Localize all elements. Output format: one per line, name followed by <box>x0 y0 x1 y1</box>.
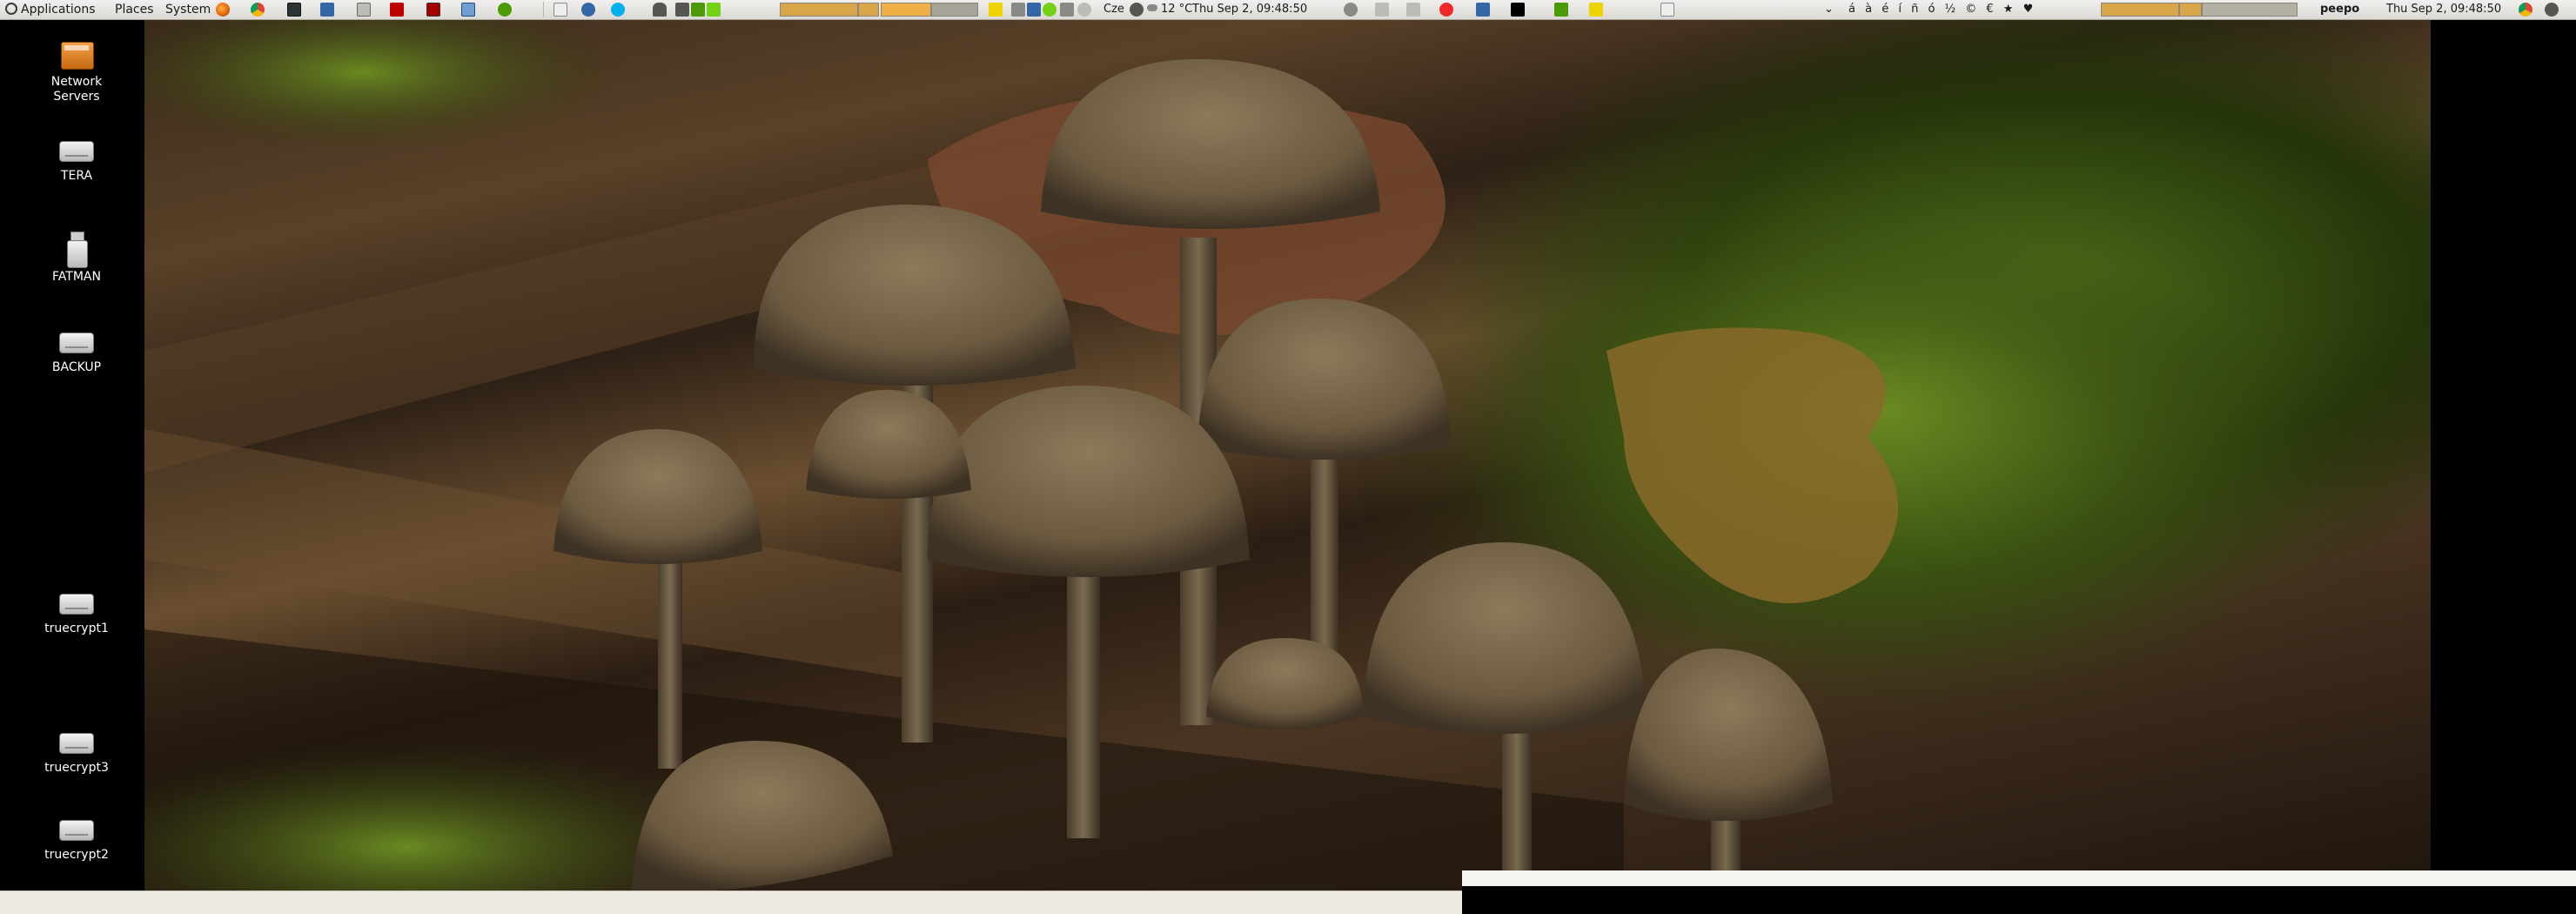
chrome-tray-icon[interactable] <box>2519 3 2532 17</box>
network-indicator-icon[interactable] <box>1011 3 1025 17</box>
brightness-icon[interactable] <box>1130 3 1144 17</box>
clock[interactable]: Thu Sep 2, 09:48:50 <box>1192 0 1307 19</box>
drive-icon <box>56 583 97 618</box>
battery-icon[interactable] <box>1060 3 1074 17</box>
drive-icon <box>56 722 97 757</box>
desktop-icon-network-servers[interactable]: Network Servers <box>7 37 146 104</box>
window-list-icon[interactable] <box>1511 3 1525 17</box>
drive-icon <box>56 131 97 165</box>
desktop-screen: { "top_panel": { "menus": ["Applications… <box>0 0 2576 914</box>
gear-icon[interactable] <box>1476 3 1490 17</box>
volume-icon[interactable] <box>1077 3 1091 17</box>
special-characters[interactable]: á à é í ñ ó ½ © € ★ ♥ <box>1848 0 2033 19</box>
terminal-icon[interactable] <box>287 3 301 17</box>
skype-icon[interactable] <box>611 3 625 17</box>
notes-icon[interactable] <box>1589 3 1603 17</box>
desktop-icon-fatman[interactable]: FATMAN <box>7 232 146 285</box>
chrome-icon[interactable] <box>251 3 265 17</box>
desktop-icon-tera[interactable]: TERA <box>7 131 146 184</box>
text-editor-icon[interactable] <box>553 3 567 17</box>
bottom-panel-right <box>1462 886 2576 914</box>
places-menu[interactable]: Places <box>115 0 154 19</box>
bottom-panel-right-strip <box>1462 870 2576 886</box>
desktop-icon-truecrypt2[interactable]: truecrypt2 <box>7 810 146 863</box>
desktop-icon-backup[interactable]: BACKUP <box>7 322 146 375</box>
update-icon[interactable] <box>707 3 721 17</box>
image-viewer-icon[interactable] <box>461 3 475 17</box>
apps-menu[interactable]: Applications <box>5 0 96 19</box>
workspace-3[interactable] <box>931 3 978 17</box>
usb-drive-icon <box>56 232 97 268</box>
workspace-1[interactable] <box>858 3 879 17</box>
top-panel: Applications Places System Cze 12 °C Thu… <box>0 0 2576 20</box>
package-icon[interactable] <box>691 3 705 17</box>
power-menu-icon[interactable] <box>2545 3 2559 17</box>
clipboard-icon[interactable] <box>1375 3 1389 17</box>
weather-cloud-icon <box>1147 4 1157 11</box>
workspace-2-1[interactable] <box>2179 3 2202 17</box>
drive-icon <box>56 810 97 844</box>
show-desktop-icon[interactable] <box>1660 3 1674 17</box>
display-icon[interactable] <box>1027 3 1041 17</box>
username[interactable]: peepo <box>2320 0 2359 19</box>
weather-text[interactable]: 12 °C <box>1147 0 1192 19</box>
system-menu[interactable]: System <box>165 0 211 19</box>
workspace-2[interactable] <box>881 3 931 17</box>
network-servers-icon <box>56 37 97 71</box>
chevron-down-icon[interactable]: ⌄ <box>1824 0 1834 19</box>
info-icon[interactable] <box>320 3 334 17</box>
record-icon[interactable] <box>426 3 440 17</box>
network-icon[interactable] <box>498 3 512 17</box>
timer-icon[interactable] <box>1344 3 1358 17</box>
firefox-icon[interactable] <box>216 3 230 17</box>
workspace-switcher[interactable] <box>780 3 858 17</box>
settings-icon[interactable] <box>357 3 371 17</box>
keyboard-layout[interactable]: Cze <box>1104 0 1124 19</box>
shape-icon[interactable] <box>653 3 667 17</box>
power-icon[interactable] <box>1439 3 1453 17</box>
workspace-2-2[interactable] <box>2202 3 2298 17</box>
clock-right[interactable]: Thu Sep 2, 09:48:50 <box>2386 0 2501 19</box>
drive-icon <box>56 322 97 357</box>
chat-icon[interactable] <box>581 3 595 17</box>
shield-icon[interactable] <box>1554 3 1568 17</box>
wallpaper <box>144 20 2431 890</box>
ubuntu-logo-icon <box>5 3 17 15</box>
filezilla-icon[interactable] <box>390 3 404 17</box>
right-margin <box>2431 20 2576 870</box>
mail-icon[interactable] <box>989 3 1003 17</box>
workspace-switcher-2[interactable] <box>2101 3 2179 17</box>
check-icon[interactable] <box>1043 3 1057 17</box>
trash-icon[interactable] <box>1406 3 1420 17</box>
bottom-panel[interactable] <box>0 890 1462 914</box>
chart-icon[interactable] <box>675 3 689 17</box>
desktop-icon-truecrypt1[interactable]: truecrypt1 <box>7 583 146 636</box>
mushroom-wallpaper-image <box>144 20 2431 890</box>
desktop-icon-truecrypt3[interactable]: truecrypt3 <box>7 722 146 776</box>
